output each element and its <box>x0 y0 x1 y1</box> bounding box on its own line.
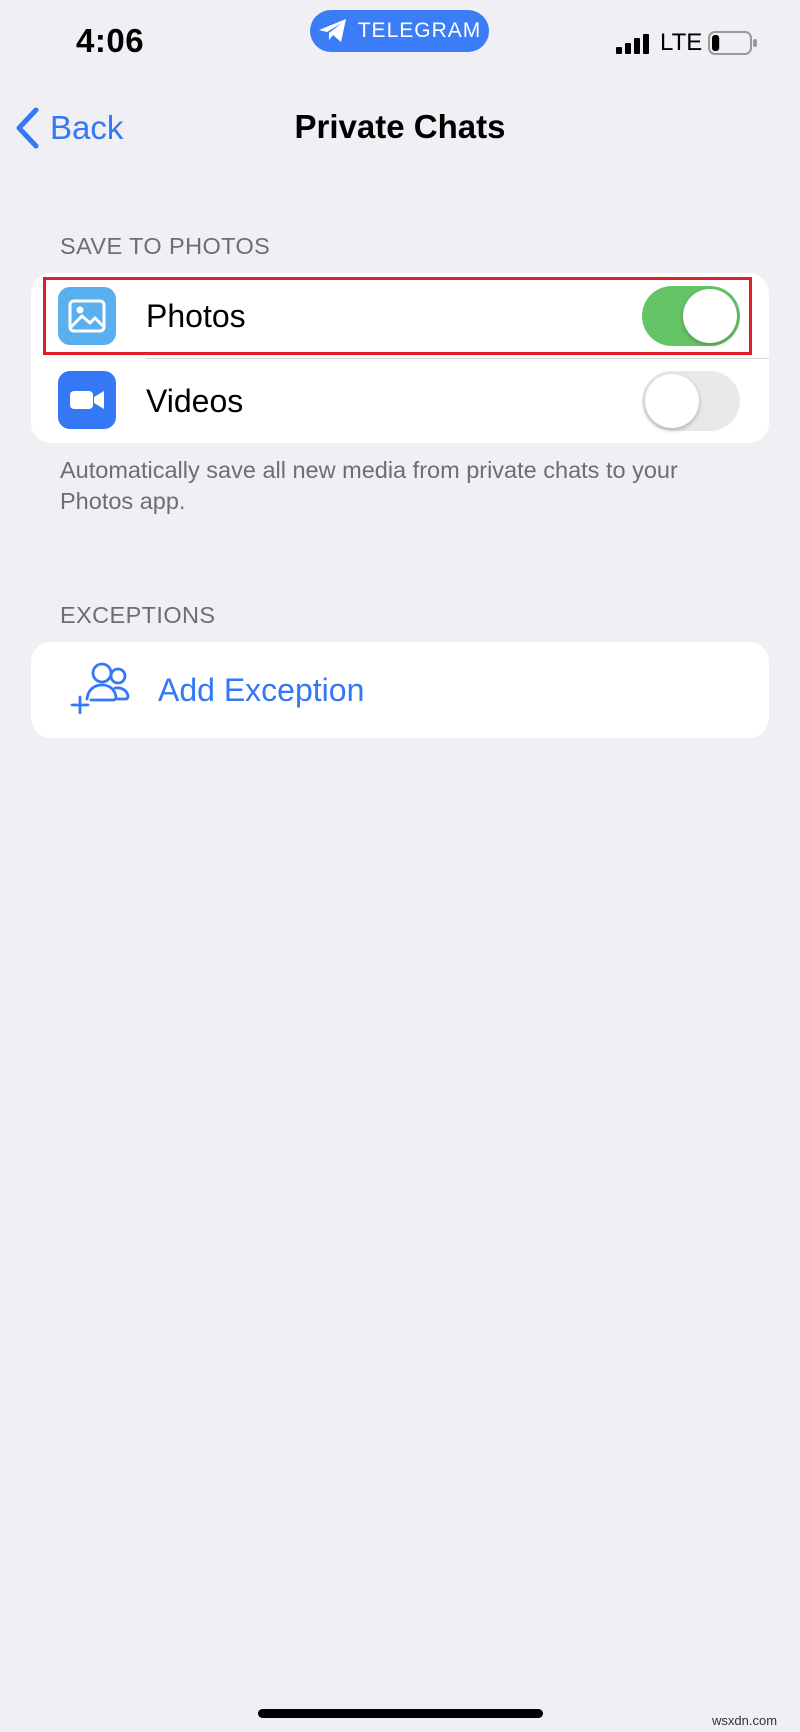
photos-row-highlight <box>43 277 752 355</box>
telegram-pill-label: TELEGRAM <box>357 19 482 42</box>
home-indicator[interactable] <box>258 1709 543 1718</box>
save-to-photos-header: SAVE TO PHOTOS <box>60 233 271 259</box>
status-time: 4:06 <box>76 22 145 59</box>
save-to-photos-footer: Automatically save all new media from pr… <box>60 457 678 514</box>
cellular-signal-icon <box>616 34 649 54</box>
video-camera-icon <box>58 371 116 429</box>
telegram-paper-plane-icon <box>318 19 346 42</box>
exceptions-header: EXCEPTIONS <box>60 602 216 628</box>
watermark: wsxdn.com <box>712 1713 778 1728</box>
videos-row[interactable]: Videos <box>31 359 769 443</box>
toggle-knob <box>645 374 699 428</box>
videos-toggle[interactable] <box>642 371 740 431</box>
add-exception-label: Add Exception <box>158 671 365 708</box>
battery-icon <box>708 31 757 55</box>
add-users-icon <box>70 662 130 714</box>
add-exception-button[interactable]: Add Exception <box>31 642 769 738</box>
videos-label: Videos <box>146 382 244 419</box>
network-type: LTE <box>660 29 703 56</box>
telegram-pill[interactable]: TELEGRAM <box>310 10 489 52</box>
page-title: Private Chats <box>294 108 506 145</box>
exceptions-group: Add Exception <box>31 642 769 738</box>
